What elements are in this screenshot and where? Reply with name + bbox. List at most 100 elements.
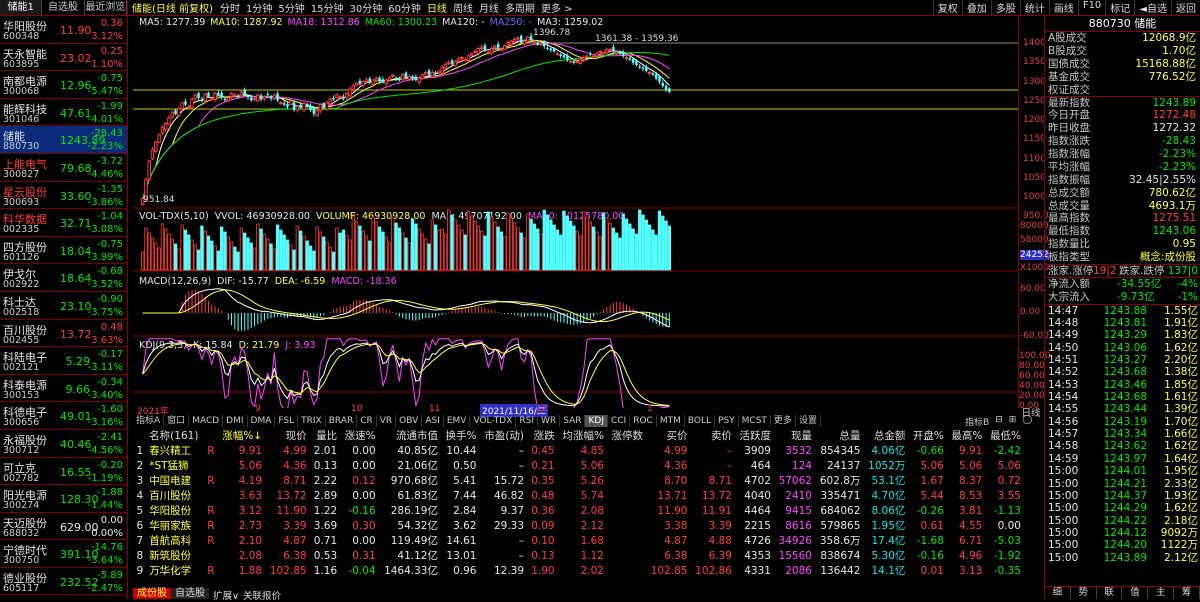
column-header[interactable]: 现价 (265, 428, 309, 443)
quote-tab[interactable]: 值 (1122, 587, 1149, 599)
watchlist-tab-recent[interactable]: 最近浏览 (85, 0, 127, 15)
indicator-tab[interactable]: 更多 (771, 415, 796, 427)
toolbar-button[interactable]: 标记 (1105, 0, 1134, 15)
indicator-tab[interactable]: FSL (275, 415, 299, 427)
watchlist-row[interactable]: 德业股份 605117 232.52 -5.89 -2.47% (0, 568, 127, 596)
column-header[interactable] (204, 428, 218, 443)
column-header[interactable]: 换手% (441, 428, 479, 443)
indicator-tab[interactable]: DMA (248, 415, 276, 427)
watchlist-row[interactable]: 科德电子 300656 49.01 -1.60 -3.16% (0, 402, 127, 430)
indicator-tab[interactable]: RSI (516, 415, 539, 427)
period-tab[interactable]: 多周期 (502, 0, 538, 15)
watchlist-row[interactable]: 宁德时代 300750 391.10 -14.76 -3.64% (0, 540, 127, 568)
column-header[interactable]: 总量 (815, 428, 863, 443)
indicator-tab[interactable]: BRAR (326, 415, 358, 427)
watchlist-row[interactable]: 华阳股份 600348 11.90 0.36 3.12% (0, 16, 127, 44)
toolbar-button[interactable]: 返回 (1171, 0, 1200, 15)
watchlist-row[interactable]: 科士达 002518 23.10 -0.90 -3.75% (0, 292, 127, 320)
watchlist-row[interactable]: 天迈股份 688032 629.00 0.00 0.00% (0, 513, 127, 541)
quote-tab[interactable]: 势 (1071, 587, 1097, 599)
related-quotes-button[interactable]: 关联报价 (243, 588, 281, 602)
table-row[interactable]: 7 首航高科 R 2.10 4.87 0.71 0.00 119.49亿 14.61 –0.10 1… (133, 533, 1024, 548)
toolbar-button[interactable]: ◄自选 (1134, 0, 1171, 15)
indicator-tab[interactable]: 设置 (796, 415, 821, 427)
indicator-right-tab[interactable]: 指标B (962, 415, 992, 428)
column-header[interactable]: 涨停数 (607, 428, 646, 443)
period-tab[interactable]: 周线 (450, 0, 476, 15)
toolbar-button[interactable]: 画线 (1048, 0, 1078, 15)
indicator-tab[interactable]: BOLL (685, 415, 716, 427)
watchlist-tab-favorites[interactable]: 自选股 (42, 0, 85, 15)
column-header[interactable]: 涨速% (340, 428, 378, 443)
toolbar-button[interactable]: 复权 (932, 0, 962, 15)
indicator-tab[interactable]: VR (377, 415, 397, 427)
watchlist-row[interactable]: 百川股份 002455 13.72 0.48 3.63% (0, 320, 127, 348)
indicator-tab[interactable]: SAR (560, 415, 586, 427)
column-header[interactable]: 涨幅%↓ (217, 428, 265, 443)
indicator-tab[interactable]: TRIX (298, 415, 326, 427)
watchlist-tab-storage[interactable]: 储能1 (0, 0, 43, 15)
column-header[interactable]: 活跃度 (735, 428, 774, 443)
indicator-tab[interactable]: EMV (444, 415, 471, 427)
toolbar-button[interactable]: 统计 (1019, 0, 1049, 15)
watchlist-row[interactable]: 南都电源 300068 12.96 -0.75 -5.47% (0, 71, 127, 99)
indicator-tab[interactable]: WR (538, 415, 561, 427)
watchlist-row[interactable]: 科陆电子 002121 5.29 -0.17 -3.11% (0, 347, 127, 375)
column-header[interactable]: 量比 (310, 428, 341, 443)
quote-tab[interactable]: 主 (1148, 587, 1175, 599)
column-header[interactable]: 最低% (985, 428, 1024, 443)
table-row[interactable]: 8 新筑股份 2.08 6.38 0.53 0.31 41.12亿 13.01 –0.13 1.1… (133, 548, 1024, 563)
expand-button[interactable]: 扩展∨ (213, 588, 239, 602)
column-header[interactable]: 现量 (774, 428, 815, 443)
period-tab[interactable]: 5分钟 (275, 0, 307, 15)
table-row[interactable]: 1 春兴精工 R 9.91 4.99 2.01 0.00 40.85亿 10.44–0.45 4.… (133, 443, 1024, 458)
watchlist-row[interactable]: 派能科技688063306.67 (0, 595, 127, 599)
watchlist-row[interactable]: 能辉科技 301046 47.61 -1.99 -4.01% (0, 99, 127, 127)
table-row[interactable]: 9 万华化学 R 1.88 102.85 1.16 -0.04 1464.33亿 0.96 12.… (133, 563, 1024, 578)
table-row[interactable]: 2 *ST猛狮 5.06 4.36 0.13 0.00 21.06亿 0.50–0.21 5.0… (133, 458, 1024, 473)
indicator-right-tab[interactable]: ◯ (1019, 415, 1035, 428)
toolbar-button[interactable]: 多股 (990, 0, 1020, 15)
period-tab[interactable]: 15分钟 (308, 0, 347, 15)
column-header[interactable] (133, 428, 146, 443)
period-tab[interactable]: 分时 (217, 0, 243, 15)
indicator-tab[interactable]: DMI (223, 415, 248, 427)
quote-tab[interactable]: 联 (1097, 587, 1123, 599)
watchlist-row[interactable]: 阳光电源 300274 128.30 -1.88 -1.44% (0, 485, 127, 513)
period-tab[interactable]: 更多 > (538, 0, 576, 15)
watchlist-row[interactable]: 永福股份 300712 40.46 -2.41 -4.56% (0, 430, 127, 458)
watchlist-row[interactable]: 科泰电源 300153 9.66 -0.34 -3.40% (0, 375, 127, 403)
indicator-right-tab[interactable]: ⊞ (1006, 415, 1020, 428)
column-header[interactable]: 涨跌 (527, 428, 558, 443)
column-header[interactable]: 卖价 (690, 428, 734, 443)
column-header[interactable]: 总金额 (863, 428, 908, 443)
column-header[interactable]: 开盘% (908, 428, 946, 443)
indicator-tab[interactable]: MCST (739, 415, 771, 427)
quote-tab[interactable]: 细 (1045, 587, 1071, 599)
watchlist-row[interactable]: 上能电气 300827 79.68 -3.72 -4.46% (0, 154, 127, 182)
column-header[interactable]: 买价 (646, 428, 690, 443)
table-row[interactable]: 4 百川股份 3.63 13.72 2.89 0.00 61.83亿 7.44 46.82 0.4… (133, 488, 1024, 503)
indicator-tab[interactable]: MTM (657, 415, 685, 427)
indicator-right-tab[interactable]: ⊟ (992, 415, 1006, 428)
column-header[interactable]: 市盈(动) (479, 428, 527, 443)
period-tab[interactable]: 1分钟 (243, 0, 275, 15)
watchlist-row[interactable]: 伊戈尔 002922 18.64 -0.68 -3.52% (0, 264, 127, 292)
indicator-tab[interactable]: 指标A (133, 415, 165, 427)
table-row[interactable]: 3 中国电建 R 4.19 8.71 2.22 0.12 970.68亿 5.41 15.72 0.… (133, 473, 1024, 488)
watchlist-row[interactable]: 四方股份 601126 18.04 -0.75 -3.99% (0, 237, 127, 265)
table-row[interactable]: 5 华阳股份 R 3.12 11.90 1.22 -0.16 286.19亿 2.84 9.37 0… (133, 503, 1024, 518)
indicator-tab[interactable]: KDJ (585, 415, 608, 427)
column-header[interactable]: 最高% (947, 428, 985, 443)
indicator-tab[interactable]: CCI (608, 415, 631, 427)
toolbar-button[interactable]: F10 (1077, 0, 1105, 15)
watchlist-row[interactable]: 科华数据 002335 32.71 -1.04 -3.08% (0, 209, 127, 237)
indicator-tab[interactable]: CR (357, 415, 377, 427)
indicator-tab[interactable]: MACD (189, 415, 224, 427)
quote-tab[interactable]: 筹 (1174, 587, 1200, 599)
toolbar-button[interactable]: 叠加 (961, 0, 991, 15)
indicator-tab[interactable]: PSY (715, 415, 739, 427)
period-tab[interactable]: 30分钟 (346, 0, 385, 15)
column-header[interactable]: 流通市值 (379, 428, 441, 443)
indicator-tab[interactable]: 窗口 (164, 415, 190, 427)
